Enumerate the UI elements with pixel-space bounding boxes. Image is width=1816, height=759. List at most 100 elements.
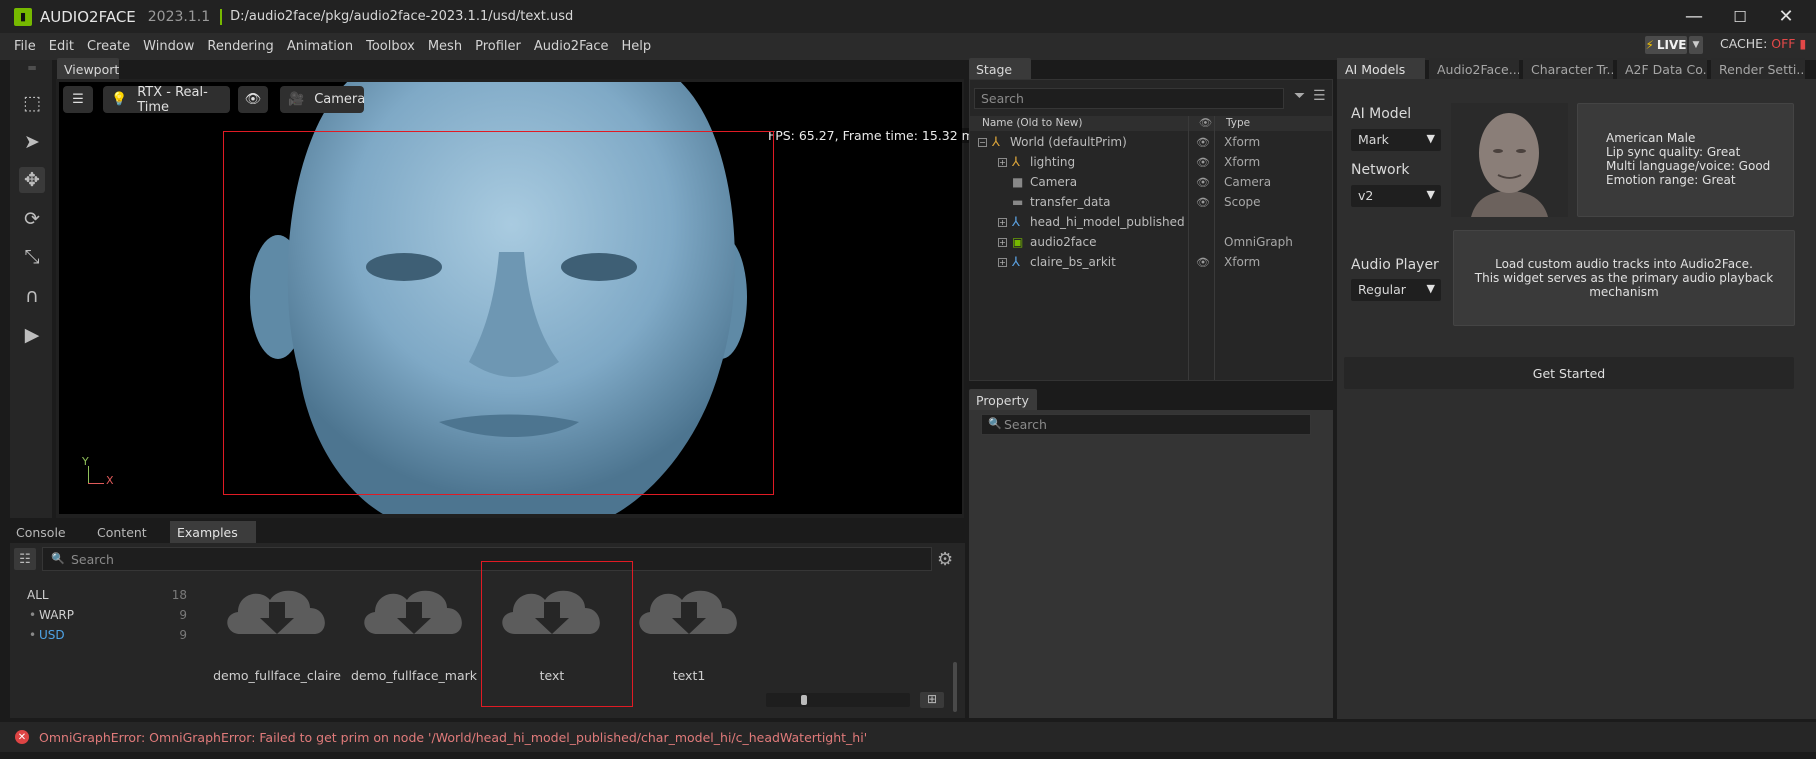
stage-row-head-hi-model[interactable]: + ⅄ head_hi_model_published xyxy=(970,212,1332,232)
expand-icon[interactable]: + xyxy=(998,158,1007,167)
menu-rendering[interactable]: Rendering xyxy=(207,39,273,54)
live-button[interactable]: ⚡ LIVE xyxy=(1645,36,1687,54)
eye-icon[interactable]: 👁 xyxy=(1196,176,1210,189)
status-bar[interactable]: ✕ OmniGraphError: OmniGraphError: Failed… xyxy=(0,722,1816,752)
viewport-settings-button[interactable]: ☰ xyxy=(63,86,93,113)
menu-window[interactable]: Window xyxy=(143,39,194,54)
xform-icon: ⅄ xyxy=(1012,154,1020,170)
category-name: WARP xyxy=(39,608,74,622)
col-name-header[interactable]: Name (Old to New) xyxy=(982,117,1082,129)
category-warp[interactable]: • WARP 9 xyxy=(27,608,187,622)
cloud-download-icon xyxy=(227,590,325,634)
tab-render-settings[interactable]: Render Setti... xyxy=(1711,58,1805,79)
prim-type: Xform xyxy=(1224,155,1261,169)
collapse-icon[interactable]: − xyxy=(978,138,987,147)
close-button[interactable]: ✕ xyxy=(1763,0,1809,33)
stage-row-claire-bs-arkit[interactable]: + ⅄ claire_bs_arkit 👁 Xform xyxy=(970,252,1332,272)
example-item[interactable]: demo_fullface_claire xyxy=(210,574,344,694)
model-avatar xyxy=(1451,103,1568,217)
tab-content[interactable]: Content xyxy=(90,521,150,543)
prim-type: Xform xyxy=(1224,255,1261,269)
eye-icon[interactable]: 👁 xyxy=(1196,156,1210,169)
bullet-icon: • xyxy=(29,608,37,622)
visibility-button[interactable]: 👁 xyxy=(238,86,268,113)
camera-button[interactable]: 🎥 Camera xyxy=(280,86,365,113)
stage-row-world[interactable]: − ⅄ World (defaultPrim) 👁 Xform xyxy=(970,132,1332,152)
audio-player-dropdown[interactable]: Regular ▼ xyxy=(1351,279,1441,301)
category-count: 9 xyxy=(179,608,187,622)
tab-console[interactable]: Console xyxy=(9,521,66,543)
stage-options-icon[interactable]: ☰ xyxy=(1313,88,1326,104)
play-icon[interactable]: ▶ xyxy=(19,322,45,348)
network-dropdown[interactable]: v2 ▼ xyxy=(1351,185,1441,207)
lightbulb-icon: 💡 xyxy=(111,92,128,107)
stage-row-transfer-data[interactable]: ▬ transfer_data 👁 Scope xyxy=(970,192,1332,212)
skel-icon: ⅄ xyxy=(1012,254,1020,270)
renderer-button[interactable]: 💡 RTX - Real-Time xyxy=(103,85,230,115)
eye-icon[interactable]: 👁 xyxy=(1196,136,1210,149)
category-all[interactable]: ALL 18 xyxy=(27,588,187,602)
cache-label: CACHE: xyxy=(1720,36,1768,51)
zoom-slider[interactable] xyxy=(766,693,910,707)
menu-file[interactable]: File xyxy=(14,39,36,54)
expand-icon[interactable]: + xyxy=(998,238,1007,247)
eye-icon[interactable]: 👁 xyxy=(1196,196,1210,209)
model-desc-line: Lip sync quality: Great xyxy=(1606,145,1741,159)
tab-character-transfer[interactable]: Character Tr... xyxy=(1523,58,1613,79)
menu-create[interactable]: Create xyxy=(87,39,130,54)
menu-toolbox[interactable]: Toolbox xyxy=(366,39,415,54)
expand-icon[interactable]: + xyxy=(998,258,1007,267)
tab-property[interactable]: Property xyxy=(969,389,1037,410)
property-search-input[interactable]: 🔍 Search xyxy=(981,414,1311,435)
category-usd[interactable]: • USD 9 xyxy=(27,628,187,642)
rotate-icon[interactable]: ⟳ xyxy=(19,206,45,232)
tab-audio2face[interactable]: Audio2Face... xyxy=(1429,58,1519,79)
live-dropdown-button[interactable]: ▼ xyxy=(1689,36,1703,54)
file-path: D:/audio2face/pkg/audio2face-2023.1.1/us… xyxy=(230,9,574,24)
audio-player-label: Audio Player xyxy=(1351,257,1439,273)
ai-models-panel: AI Model Mark ▼ Network v2 ▼ American Male… xyxy=(1337,79,1816,719)
col-type-header[interactable]: Type xyxy=(1226,117,1250,129)
grid-view-icon[interactable]: ⊞ xyxy=(920,692,944,708)
maximize-button[interactable]: ☐ xyxy=(1717,0,1763,33)
tab-stage[interactable]: Stage xyxy=(969,58,1031,79)
tab-a2f-data-conversion[interactable]: A2F Data Co... xyxy=(1617,58,1707,79)
snap-magnet-icon[interactable]: ∩ xyxy=(19,283,45,309)
stage-row-audio2face[interactable]: + ▣ audio2face OmniGraph xyxy=(970,232,1332,252)
scale-icon[interactable]: ⤡ xyxy=(19,244,45,270)
stage-row-lighting[interactable]: + ⅄ lighting 👁 Xform xyxy=(970,152,1332,172)
tree-toggle-icon[interactable]: ☷ xyxy=(14,548,36,570)
menu-animation[interactable]: Animation xyxy=(287,39,353,54)
axis-x-label: X xyxy=(106,474,114,487)
gear-icon[interactable]: ⚙ xyxy=(937,549,953,570)
filter-icon[interactable]: ⏷ xyxy=(1294,88,1305,104)
omnigraph-icon: ▣ xyxy=(1012,235,1024,249)
cache-status[interactable]: CACHE: OFF ▮ xyxy=(1720,36,1806,51)
move-icon[interactable]: ✥ xyxy=(19,167,45,193)
stage-panel: Search ⏷ ☰ Name (Old to New) 👁 Type − ⅄ … xyxy=(969,79,1333,381)
tab-ai-models[interactable]: AI Models xyxy=(1337,58,1425,79)
menu-audio2face[interactable]: Audio2Face xyxy=(534,39,609,54)
expand-icon[interactable]: + xyxy=(998,218,1007,227)
select-arrow-icon[interactable]: ➤ xyxy=(19,129,45,155)
tab-examples[interactable]: Examples xyxy=(170,521,256,543)
help-select-icon[interactable]: ⬚ xyxy=(19,90,45,116)
model-desc-line: American Male xyxy=(1606,131,1696,145)
get-started-button[interactable]: Get Started xyxy=(1344,357,1794,389)
example-item[interactable]: text1 xyxy=(622,574,756,694)
col-visibility-icon: 👁 xyxy=(1199,117,1213,129)
minimize-button[interactable]: — xyxy=(1671,0,1717,33)
zoom-slider-handle[interactable] xyxy=(801,695,807,705)
stage-row-camera[interactable]: ■ Camera 👁 Camera xyxy=(970,172,1332,192)
eye-icon[interactable]: 👁 xyxy=(1196,256,1210,269)
example-item[interactable]: demo_fullface_mark xyxy=(347,574,481,694)
menu-edit[interactable]: Edit xyxy=(49,39,74,54)
menu-help[interactable]: Help xyxy=(621,39,651,54)
menu-profiler[interactable]: Profiler xyxy=(475,39,521,54)
stage-search-input[interactable]: Search xyxy=(974,88,1284,109)
ai-model-dropdown[interactable]: Mark ▼ xyxy=(1351,129,1441,151)
menu-mesh[interactable]: Mesh xyxy=(428,39,462,54)
caret-down-icon: ▼ xyxy=(1426,132,1435,145)
tab-viewport[interactable]: Viewport xyxy=(57,58,119,79)
scrollbar[interactable] xyxy=(953,662,957,712)
